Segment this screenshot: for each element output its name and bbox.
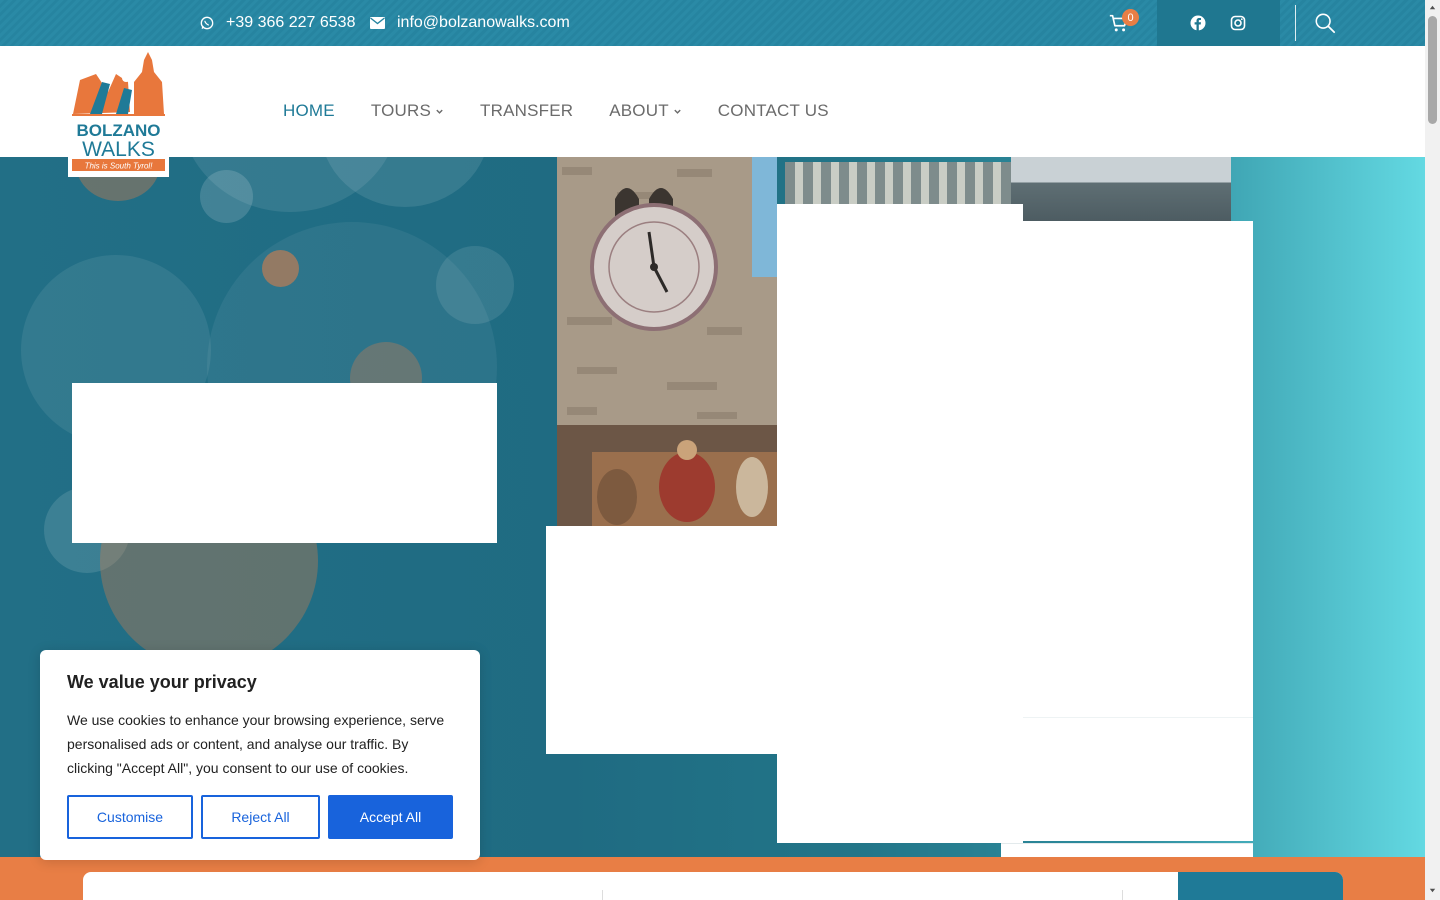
- hero-photo-roof: [1011, 157, 1231, 221]
- cookie-title: We value your privacy: [67, 672, 257, 692]
- hero-card-placeholder: [546, 526, 777, 754]
- search-icon[interactable]: [1314, 12, 1336, 34]
- chevron-down-icon: [436, 109, 443, 114]
- phone-number: +39 366 227 6538: [226, 14, 356, 31]
- nav-item-transfer[interactable]: TRANSFER: [480, 101, 573, 121]
- nav-label: CONTACT US: [717, 101, 829, 120]
- decor-bubble: [320, 157, 490, 207]
- email-address: info@bolzanowalks.com: [397, 14, 570, 31]
- instagram-icon[interactable]: [1230, 15, 1246, 31]
- hero-card-placeholder: [72, 383, 497, 543]
- top-bar: +39 366 227 6538 info@bolzanowalks.com 0: [0, 0, 1425, 46]
- nav-label: HOME: [283, 101, 335, 120]
- reject-all-button[interactable]: Reject All: [201, 795, 320, 839]
- facebook-icon[interactable]: [1190, 15, 1206, 31]
- nav-item-about[interactable]: ABOUT: [609, 101, 682, 121]
- nav-label: TOURS: [370, 101, 432, 120]
- hero-card-placeholder: [1023, 717, 1253, 841]
- cookie-consent-banner: We value your privacy We use cookies to …: [40, 650, 480, 860]
- decor-bubble: [200, 170, 253, 223]
- site-logo[interactable]: BOLZANO WALKS This is South Tyrol!: [68, 52, 169, 177]
- email-link[interactable]: info@bolzanowalks.com: [370, 0, 570, 46]
- nav-label: ABOUT: [609, 101, 669, 120]
- envelope-icon: [370, 17, 385, 29]
- scrollbar-thumb[interactable]: [1428, 16, 1437, 124]
- search-bar-divider: [602, 890, 603, 900]
- nav-item-contact-us[interactable]: CONTACT US: [718, 101, 829, 121]
- customise-button[interactable]: Customise: [67, 795, 193, 839]
- nav-item-tours[interactable]: TOURS: [371, 101, 444, 121]
- scroll-down-arrow-icon[interactable]: [1428, 886, 1437, 895]
- hero-card-placeholder: [1023, 221, 1253, 717]
- top-bar-divider: [1295, 5, 1296, 41]
- tour-search-bar: [83, 872, 1343, 900]
- search-bar-divider: [1122, 890, 1123, 900]
- logo-text-walks: WALKS: [82, 138, 155, 161]
- nav-label: TRANSFER: [480, 101, 574, 120]
- decor-bubble: [262, 250, 299, 287]
- decor-bubble: [436, 246, 514, 324]
- nav-item-home[interactable]: HOME: [283, 101, 335, 121]
- search-tours-button[interactable]: [1178, 872, 1343, 900]
- hero-card-placeholder: [1001, 843, 1253, 857]
- page-scrollbar[interactable]: [1425, 0, 1440, 900]
- cookie-description: We use cookies to enhance your browsing …: [67, 712, 445, 776]
- hero-photo-clock-tower: [557, 157, 777, 526]
- social-links: [1157, 0, 1280, 46]
- chevron-down-icon: [674, 109, 681, 114]
- logo-tagline: This is South Tyrol!: [85, 162, 154, 171]
- accept-all-button[interactable]: Accept All: [328, 795, 453, 839]
- scroll-up-arrow-icon[interactable]: [1428, 3, 1437, 12]
- cart-count-badge: 0: [1122, 9, 1139, 26]
- whatsapp-icon: [200, 16, 214, 30]
- phone-link[interactable]: +39 366 227 6538: [200, 0, 355, 46]
- hero-card-placeholder: [777, 204, 1023, 843]
